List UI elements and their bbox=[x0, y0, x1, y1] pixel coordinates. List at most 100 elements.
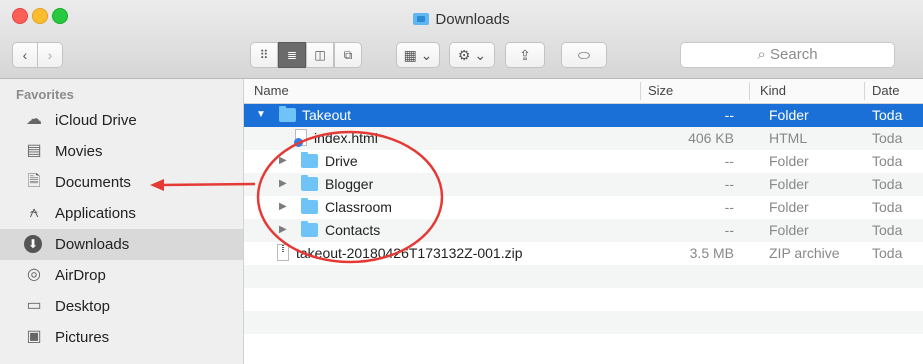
file-date: Toda bbox=[872, 199, 903, 215]
tag-icon: ⬭ bbox=[578, 47, 590, 63]
file-kind: Folder bbox=[769, 176, 809, 192]
disclosure-collapsed-icon[interactable]: ▶ bbox=[279, 201, 287, 212]
column-header-date[interactable]: Date bbox=[872, 83, 899, 98]
file-list: ▼ Takeout -- Folder Toda index.html 406 … bbox=[244, 104, 923, 364]
desktop-icon: ▭ bbox=[26, 297, 42, 314]
folder-icon bbox=[413, 13, 430, 25]
grid-icon: ⠿ bbox=[259, 48, 269, 62]
chevron-left-icon: ‹ bbox=[22, 47, 28, 63]
file-row-index-html[interactable]: index.html 406 KB HTML Toda bbox=[244, 127, 923, 150]
column-view-button[interactable]: ◫ bbox=[306, 42, 334, 68]
icon-view-button[interactable]: ⠿ bbox=[250, 42, 278, 68]
search-input[interactable]: ⌕ Search bbox=[680, 42, 895, 68]
column-divider[interactable] bbox=[749, 82, 750, 100]
file-date: Toda bbox=[872, 107, 903, 123]
search-placeholder: Search bbox=[770, 46, 818, 63]
file-kind: Folder bbox=[769, 153, 809, 169]
file-row-classroom[interactable]: ▶ Classroom -- Folder Toda bbox=[244, 196, 923, 219]
finder-window: Downloads ‹ › ⠿ ≣ ◫ ⧉ ▦ ⌄ ⚙ ⌄ ⇪ ⬭ ⌕ Sear… bbox=[0, 0, 923, 364]
sidebar-item-airdrop[interactable]: ◎ AirDrop bbox=[0, 260, 243, 291]
file-size: -- bbox=[724, 107, 734, 123]
empty-row bbox=[244, 265, 923, 288]
sidebar-item-desktop[interactable]: ▭ Desktop bbox=[0, 291, 243, 322]
file-kind: Folder bbox=[769, 222, 809, 238]
arrange-icon: ▦ ⌄ bbox=[403, 47, 433, 63]
html-file-icon bbox=[294, 129, 307, 147]
column-header-name[interactable]: Name bbox=[254, 83, 289, 98]
file-date: Toda bbox=[872, 176, 903, 192]
column-divider[interactable] bbox=[864, 82, 865, 100]
file-kind: HTML bbox=[769, 130, 808, 146]
back-button[interactable]: ‹ bbox=[12, 42, 38, 68]
list-view-button[interactable]: ≣ bbox=[278, 42, 306, 68]
document-icon: 🗎 bbox=[27, 173, 41, 190]
disclosure-collapsed-icon[interactable]: ▶ bbox=[279, 155, 287, 166]
chevron-right-icon: › bbox=[47, 47, 53, 63]
folder-icon bbox=[301, 221, 318, 237]
list-icon: ≣ bbox=[286, 48, 298, 62]
sidebar-item-label: AirDrop bbox=[55, 267, 106, 284]
file-date: Toda bbox=[872, 245, 903, 261]
sidebar-item-applications[interactable]: ⍲ Applications bbox=[0, 198, 243, 229]
file-kind: ZIP archive bbox=[769, 245, 840, 261]
window-title: Downloads bbox=[0, 11, 923, 28]
tags-button[interactable]: ⬭ bbox=[561, 42, 607, 68]
share-button[interactable]: ⇪ bbox=[505, 42, 545, 68]
disclosure-collapsed-icon[interactable]: ▶ bbox=[279, 224, 287, 235]
sidebar-item-icloud-drive[interactable]: ☁ iCloud Drive bbox=[0, 105, 243, 136]
file-name: Blogger bbox=[325, 176, 374, 192]
download-icon: ⬇ bbox=[24, 235, 42, 253]
gallery-view-button[interactable]: ⧉ bbox=[334, 42, 362, 68]
file-row-contacts[interactable]: ▶ Contacts -- Folder Toda bbox=[244, 219, 923, 242]
sidebar-item-label: iCloud Drive bbox=[55, 112, 137, 129]
sidebar-item-label: Applications bbox=[55, 205, 136, 222]
forward-button[interactable]: › bbox=[37, 42, 63, 68]
empty-row bbox=[244, 334, 923, 357]
file-size: 3.5 MB bbox=[689, 245, 734, 261]
search-icon: ⌕ bbox=[757, 46, 766, 63]
sidebar-item-label: Documents bbox=[55, 174, 131, 191]
film-icon: ▤ bbox=[26, 142, 42, 159]
folder-icon bbox=[301, 152, 318, 168]
sidebar-item-label: Movies bbox=[55, 143, 103, 160]
cloud-icon: ☁ bbox=[26, 111, 42, 128]
sidebar-header: Favorites bbox=[16, 87, 74, 102]
column-header-size[interactable]: Size bbox=[648, 83, 673, 98]
gallery-icon: ⧉ bbox=[343, 48, 353, 62]
arrange-button[interactable]: ▦ ⌄ bbox=[396, 42, 440, 68]
file-row-blogger[interactable]: ▶ Blogger -- Folder Toda bbox=[244, 173, 923, 196]
file-name: Contacts bbox=[325, 222, 381, 238]
action-button[interactable]: ⚙ ⌄ bbox=[449, 42, 495, 68]
sidebar-item-movies[interactable]: ▤ Movies bbox=[0, 136, 243, 167]
file-row-takeout[interactable]: ▼ Takeout -- Folder Toda bbox=[244, 104, 923, 127]
sidebar-item-label: Pictures bbox=[55, 329, 110, 346]
titlebar: Downloads ‹ › ⠿ ≣ ◫ ⧉ ▦ ⌄ ⚙ ⌄ ⇪ ⬭ ⌕ Sear… bbox=[0, 0, 923, 79]
file-row-drive[interactable]: ▶ Drive -- Folder Toda bbox=[244, 150, 923, 173]
airdrop-icon: ◎ bbox=[27, 266, 41, 283]
file-size: -- bbox=[724, 222, 734, 238]
sidebar-item-label: Downloads bbox=[55, 236, 130, 253]
file-name: Classroom bbox=[325, 199, 392, 215]
file-date: Toda bbox=[872, 153, 903, 169]
sidebar-item-downloads[interactable]: ⬇ Downloads bbox=[0, 229, 243, 260]
file-size: -- bbox=[724, 153, 734, 169]
empty-row bbox=[244, 311, 923, 334]
disclosure-expanded-icon[interactable]: ▼ bbox=[256, 109, 266, 120]
folder-icon bbox=[301, 175, 318, 191]
folder-icon bbox=[301, 198, 318, 214]
file-name: Takeout bbox=[302, 107, 352, 123]
sidebar-item-label: Desktop bbox=[55, 298, 111, 315]
file-date: Toda bbox=[872, 222, 903, 238]
disclosure-collapsed-icon[interactable]: ▶ bbox=[279, 178, 287, 189]
sidebar-item-documents[interactable]: 🗎 Documents bbox=[0, 167, 243, 198]
column-divider[interactable] bbox=[640, 82, 641, 100]
column-header-bar: Name Size Kind Date bbox=[244, 79, 923, 104]
file-name: index.html bbox=[314, 130, 378, 146]
applications-icon: ⍲ bbox=[29, 204, 39, 221]
sidebar-item-pictures[interactable]: ▣ Pictures bbox=[0, 322, 243, 353]
sidebar: Favorites ☁ iCloud Drive ▤ Movies 🗎 Docu… bbox=[0, 79, 244, 364]
file-row-takeout-zip[interactable]: takeout-20180426T173132Z-001.zip 3.5 MB … bbox=[244, 242, 923, 265]
column-header-kind[interactable]: Kind bbox=[760, 83, 786, 98]
camera-icon: ▣ bbox=[26, 328, 42, 345]
columns-icon: ◫ bbox=[314, 48, 326, 62]
